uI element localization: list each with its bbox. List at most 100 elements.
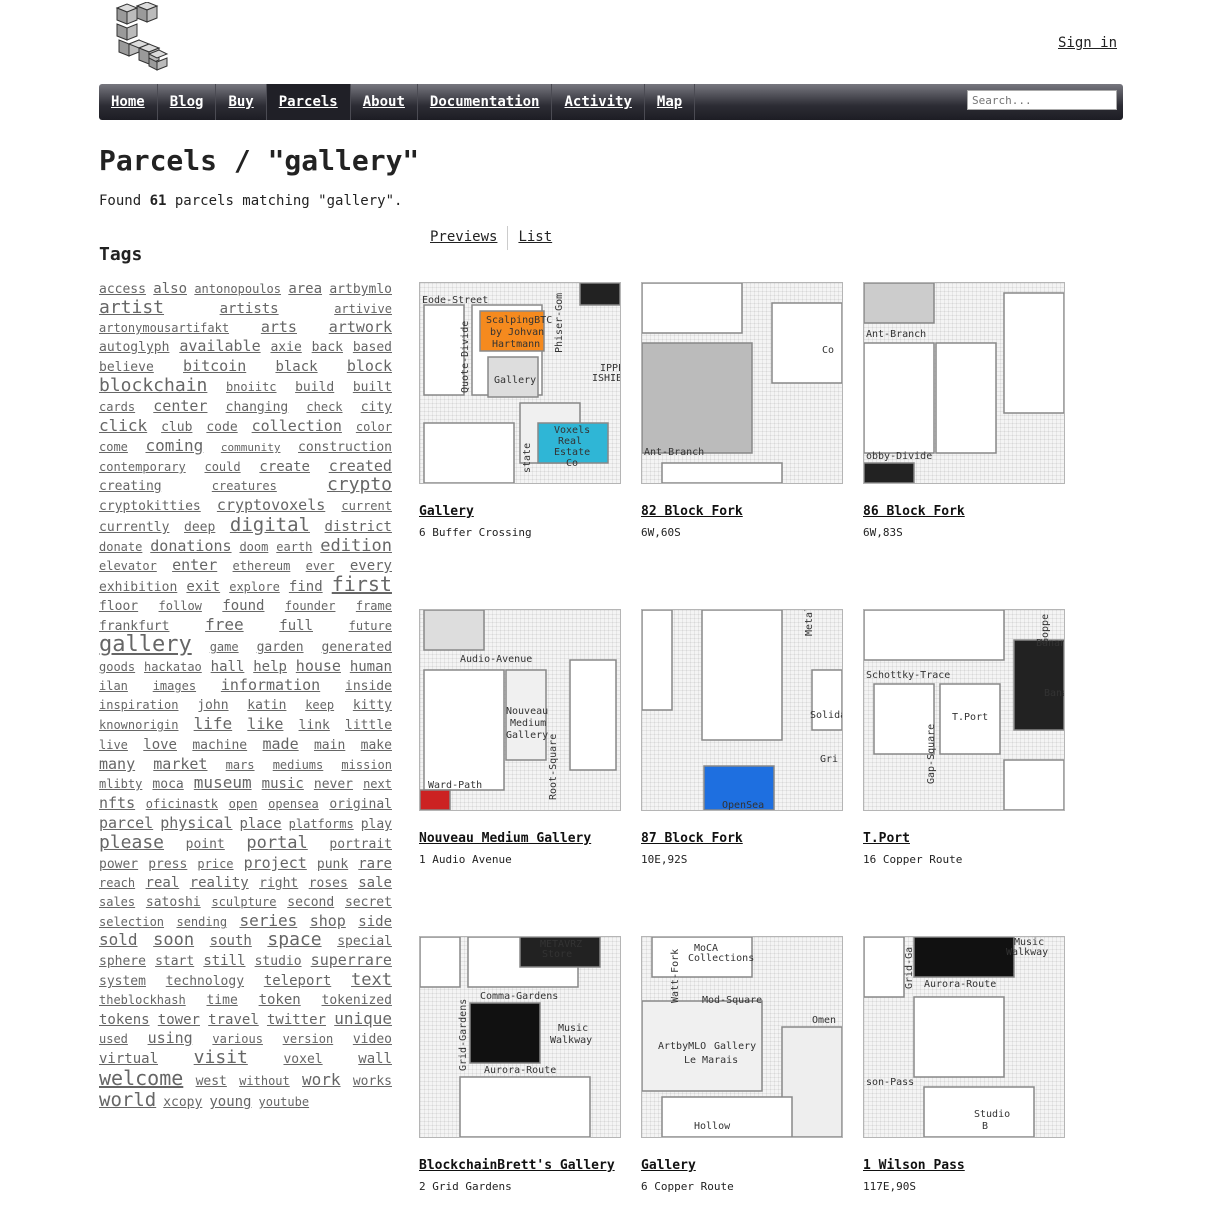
tag-link[interactable]: antonopoulos [194,280,281,298]
tag-link[interactable]: contemporary [99,458,186,476]
tag-link[interactable]: open [229,795,258,813]
tag-link[interactable]: autoglyph [99,339,169,357]
tag-link[interactable]: video [353,1031,392,1049]
tag-link[interactable]: human [350,658,392,676]
tag-link[interactable]: youtube [259,1093,310,1111]
tag-link[interactable]: city [361,399,392,417]
tag-link[interactable]: never [314,776,353,794]
tag-link[interactable]: house [296,657,341,675]
tag-link[interactable]: secret [345,894,392,912]
tag-link[interactable]: enter [172,556,217,574]
tag-link[interactable]: superrare [311,951,392,969]
tag-link[interactable]: oficinastk [146,795,218,813]
tag-link[interactable]: sold [99,931,138,949]
tag-link[interactable]: cryptovoxels [217,496,325,514]
tag-link[interactable]: also [153,280,187,298]
tag-link[interactable]: artivive [334,300,392,318]
parcel-name-link[interactable]: 86 Block Fork [863,504,1065,519]
tag-link[interactable]: selection [99,913,164,931]
parcel-name-link[interactable]: 87 Block Fork [641,831,843,846]
tag-link[interactable]: second [287,894,334,912]
tag-link[interactable]: soon [153,931,194,949]
tag-link[interactable]: coming [145,437,203,455]
tag-link[interactable]: created [329,457,392,475]
tag-link[interactable]: explore [229,578,280,596]
tag-link[interactable]: based [353,339,392,357]
nav-activity[interactable]: Activity [552,84,645,120]
parcel-card[interactable]: Audio-Avenue Nouveau Medium Gallery Ward-Pat… [419,609,621,866]
tag-link[interactable]: mission [341,756,392,774]
tag-link[interactable]: earth [276,538,312,556]
tag-link[interactable]: special [337,933,392,951]
tag-link[interactable]: world [99,1091,156,1110]
tag-link[interactable]: hall [211,658,245,676]
tag-link[interactable]: arts [261,318,297,336]
tag-link[interactable]: garden [257,639,304,657]
tag-link[interactable]: wall [358,1050,392,1068]
tag-link[interactable]: exit [186,578,220,596]
tag-link[interactable]: technology [166,973,244,991]
parcel-map-preview[interactable]: MoCA Collections Watt-Fork Mod-Square ArtbyM… [641,936,843,1138]
tag-link[interactable]: works [353,1073,392,1091]
tag-link[interactable]: changing [226,399,289,417]
tag-link[interactable]: press [148,856,187,874]
tag-link[interactable]: love [143,736,177,754]
tag-link[interactable]: bnoiitc [226,378,277,396]
tag-link[interactable]: elevator [99,557,157,575]
tag-link[interactable]: block [347,357,392,375]
tag-link[interactable]: series [239,912,297,930]
tag-link[interactable]: images [153,677,196,695]
tag-link[interactable]: moca [152,776,183,794]
tag-link[interactable]: game [210,638,239,656]
nav-documentation[interactable]: Documentation [418,84,553,120]
tag-link[interactable]: tokens [99,1011,150,1029]
tag-link[interactable]: portal [246,834,307,852]
nav-buy[interactable]: Buy [216,84,267,120]
tag-link[interactable]: district [325,518,392,536]
tag-link[interactable]: platforms [289,815,354,833]
tag-link[interactable]: knownorigin [99,716,178,734]
tag-link[interactable]: exhibition [99,579,177,597]
tag-link[interactable]: twitter [267,1011,326,1029]
tag-link[interactable]: rare [358,855,392,873]
parcel-name-link[interactable]: Nouveau Medium Gallery [419,831,621,846]
tag-link[interactable]: tower [158,1011,200,1029]
tag-link[interactable]: future [349,617,392,635]
cubes-logo-icon[interactable] [115,1,169,72]
tag-link[interactable]: deep [184,519,215,537]
tag-link[interactable]: free [205,616,244,634]
tag-link[interactable]: made [263,735,299,753]
parcel-card[interactable]: Metal Solida Gri OpenSea 87 Block Fork 10E,92… [641,609,843,866]
parcel-map-preview[interactable]: Audio-Avenue Nouveau Medium Gallery Ward-Pat… [419,609,621,811]
tag-link[interactable]: hackatao [144,658,202,676]
tag-link[interactable]: make [361,737,392,755]
tag-link[interactable]: inside [345,678,392,696]
tag-link[interactable]: side [358,913,392,931]
tag-link[interactable]: ilan [99,677,128,695]
tag-link[interactable]: studio [255,953,302,971]
tag-link[interactable]: voxel [283,1051,322,1069]
tag-link[interactable]: current [341,497,392,515]
tag-link[interactable]: unique [334,1010,392,1028]
parcel-name-link[interactable]: BlockchainBrett's Gallery [419,1158,621,1173]
tag-link[interactable]: work [302,1071,341,1089]
tag-link[interactable]: satoshi [146,894,201,912]
tag-link[interactable]: teleport [264,972,331,990]
tag-link[interactable]: donate [99,538,142,556]
tag-link[interactable]: keep [305,696,334,714]
parcel-card[interactable]: Ant-Branch obby-Divide 86 Block Fork 6W,83S [863,282,1065,539]
tag-link[interactable]: place [239,815,281,833]
tag-link[interactable]: market [153,755,207,773]
tag-link[interactable]: back [312,339,343,357]
parcel-card[interactable]: Schottky-TraceT.PortGap-SquareGoppeBanan… [863,609,1065,866]
tag-link[interactable]: south [210,932,252,950]
tag-link[interactable]: built [353,379,392,397]
tag-link[interactable]: token [259,991,301,1009]
tag-link[interactable]: tokenized [322,992,392,1010]
tab-previews[interactable]: Previews [419,226,509,250]
tag-link[interactable]: construction [298,439,392,457]
parcel-name-link[interactable]: Gallery [419,504,621,519]
parcel-map-preview[interactable]: Eode-Street Quote-Divide Phiser-Gom Scalpin… [419,282,621,484]
tag-link[interactable]: club [161,419,192,437]
tag-link[interactable]: life [194,715,233,733]
